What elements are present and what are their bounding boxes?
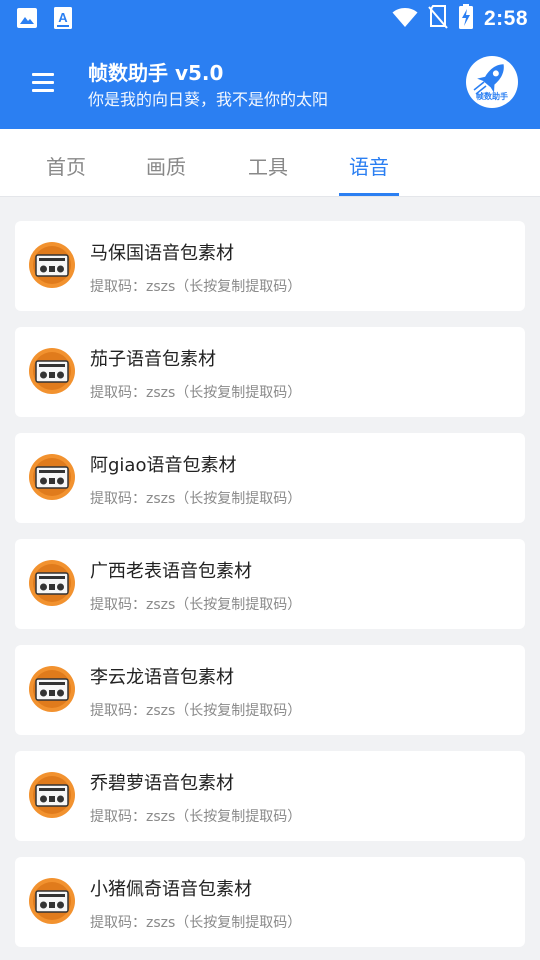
item-subtitle: 提取码：zszs（长按复制提取码）: [90, 809, 302, 825]
tab-bar: 首页 画质 工具 语音: [0, 129, 540, 197]
svg-text:A: A: [58, 10, 68, 25]
image-icon: [16, 7, 38, 33]
app-subtitle: 你是我的向日葵，我不是你的太阳: [88, 90, 329, 109]
item-subtitle: 提取码：zszs（长按复制提取码）: [90, 597, 302, 613]
item-subtitle: 提取码：zszs（长按复制提取码）: [90, 915, 302, 931]
battery-charging-icon: [458, 4, 474, 34]
radio-icon: [29, 348, 75, 394]
tab-home[interactable]: 首页: [24, 129, 108, 197]
item-subtitle: 提取码：zszs（长按复制提取码）: [90, 279, 302, 295]
status-time: 2:58: [483, 7, 528, 30]
logo-text: 帧数助手: [476, 92, 508, 101]
a-notification-icon: A: [54, 7, 72, 33]
tab-active-indicator: [339, 193, 399, 196]
tab-quality[interactable]: 画质: [124, 129, 208, 197]
list-item[interactable]: 广西老表语音包素材 提取码：zszs（长按复制提取码）: [15, 539, 525, 629]
item-title: 乔碧萝语音包素材: [90, 773, 234, 794]
list-item[interactable]: 马保国语音包素材 提取码：zszs（长按复制提取码）: [15, 221, 525, 311]
tab-tools[interactable]: 工具: [226, 129, 310, 197]
app-bar: 帧数助手 v5.0 你是我的向日葵，我不是你的太阳 帧数助手: [0, 36, 540, 129]
item-title: 阿giao语音包素材: [90, 455, 237, 476]
status-left-icons: A: [16, 7, 72, 33]
menu-button[interactable]: [26, 66, 60, 100]
radio-icon: [29, 242, 75, 288]
radio-icon: [29, 560, 75, 606]
no-sim-icon: [428, 4, 448, 34]
list-item[interactable]: 茄子语音包素材 提取码：zszs（长按复制提取码）: [15, 327, 525, 417]
radio-icon: [29, 666, 75, 712]
status-right-icons: 2:58: [392, 4, 528, 34]
list-item[interactable]: 乔碧萝语音包素材 提取码：zszs（长按复制提取码）: [15, 751, 525, 841]
item-title: 广西老表语音包素材: [90, 561, 252, 582]
list-item[interactable]: 李云龙语音包素材 提取码：zszs（长按复制提取码）: [15, 645, 525, 735]
tab-voice[interactable]: 语音: [327, 129, 411, 197]
item-title: 马保国语音包素材: [90, 243, 234, 264]
item-subtitle: 提取码：zszs（长按复制提取码）: [90, 385, 302, 401]
item-subtitle: 提取码：zszs（长按复制提取码）: [90, 491, 302, 507]
radio-icon: [29, 772, 75, 818]
item-subtitle: 提取码：zszs（长按复制提取码）: [90, 703, 302, 719]
status-bar: A 2:58: [0, 0, 540, 36]
item-title: 李云龙语音包素材: [90, 667, 234, 688]
app-logo[interactable]: 帧数助手: [466, 56, 518, 108]
item-title: 茄子语音包素材: [90, 349, 216, 370]
radio-icon: [29, 878, 75, 924]
list-item[interactable]: 小猪佩奇语音包素材 提取码：zszs（长按复制提取码）: [15, 857, 525, 947]
list-item[interactable]: 阿giao语音包素材 提取码：zszs（长按复制提取码）: [15, 433, 525, 523]
item-title: 小猪佩奇语音包素材: [90, 879, 252, 900]
wifi-icon: [392, 6, 418, 32]
app-title: 帧数助手 v5.0: [88, 61, 224, 85]
radio-icon: [29, 454, 75, 500]
